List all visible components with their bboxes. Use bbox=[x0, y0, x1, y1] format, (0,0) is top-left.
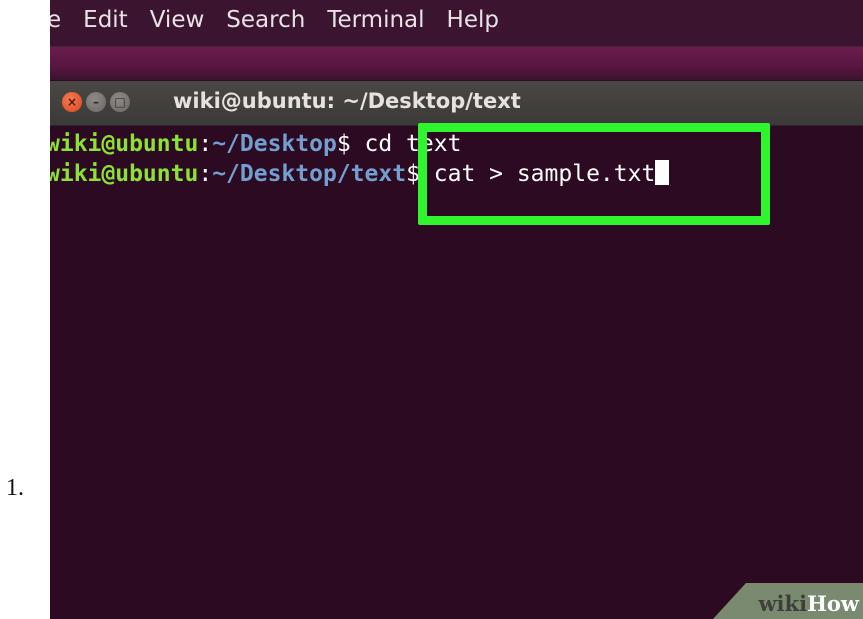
menu-view[interactable]: View bbox=[150, 7, 205, 33]
watermark-wiki: wiki bbox=[758, 591, 808, 616]
prompt-separator: : bbox=[198, 161, 213, 187]
step-number: 1. bbox=[6, 475, 24, 501]
menu-terminal[interactable]: Terminal bbox=[327, 7, 424, 33]
prompt-path: ~/Desktop bbox=[212, 131, 337, 157]
watermark-how: How bbox=[807, 591, 859, 616]
window-title: wiki@ubuntu: ~/Desktop/text bbox=[173, 89, 521, 113]
menu-bar: e Edit View Search Terminal Help bbox=[50, 0, 863, 47]
menu-edit[interactable]: Edit bbox=[83, 7, 128, 33]
menu-help[interactable]: Help bbox=[447, 7, 499, 33]
menu-file[interactable]: e bbox=[50, 7, 61, 33]
desktop-background bbox=[50, 47, 863, 80]
prompt-separator: : bbox=[198, 131, 213, 157]
terminal-screenshot: e Edit View Search Terminal Help × – □ w… bbox=[50, 0, 863, 619]
command-highlight-box bbox=[418, 123, 770, 225]
terminal-line: wiki@ubuntu:~/Desktop$ cd text bbox=[50, 131, 461, 157]
prompt-user: wiki@ubuntu bbox=[50, 161, 199, 187]
menu-search[interactable]: Search bbox=[226, 7, 305, 33]
menu-items: e Edit View Search Terminal Help bbox=[50, 7, 521, 33]
maximize-icon[interactable]: □ bbox=[110, 92, 130, 112]
prompt-user: wiki@ubuntu bbox=[50, 131, 199, 157]
watermark-text: wikiHow bbox=[758, 591, 859, 616]
close-icon[interactable]: × bbox=[62, 92, 82, 112]
window-titlebar: × – □ wiki@ubuntu: ~/Desktop/text bbox=[50, 81, 863, 126]
prompt-path: ~/Desktop/text bbox=[212, 161, 407, 187]
minimize-icon[interactable]: – bbox=[86, 92, 106, 112]
